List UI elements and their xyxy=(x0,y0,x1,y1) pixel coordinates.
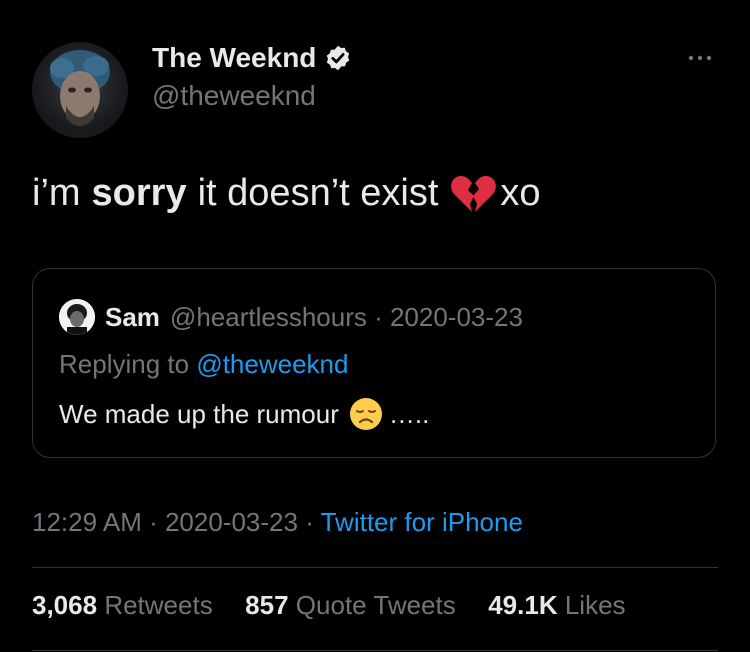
quoted-tweet-header: Sam @heartlesshours · 2020-03-23 xyxy=(59,299,523,335)
quote-tweets-count: 857 xyxy=(245,590,289,620)
quote-tweets-label: Quote Tweets xyxy=(295,590,456,620)
author-display-name[interactable]: The Weeknd xyxy=(152,42,352,74)
tweet-timestamp-line: 12:29 AM · 2020-03-23 · Twitter for iPho… xyxy=(32,507,523,538)
tweet-source-link[interactable]: Twitter for iPhone xyxy=(321,507,523,537)
tweet-text-after: xo xyxy=(500,172,541,214)
display-name-text: The Weeknd xyxy=(152,42,317,73)
quoted-body-suffix: ….. xyxy=(388,398,430,429)
meta-separator-1: · xyxy=(141,507,165,537)
quoted-tweet-body: We made up the rumour ….. xyxy=(59,397,429,431)
broken-heart-emoji-icon xyxy=(451,175,497,212)
more-options-button[interactable] xyxy=(682,46,718,70)
verified-badge-icon xyxy=(327,45,350,71)
author-avatar[interactable] xyxy=(32,42,128,138)
disappointed-face-emoji-icon xyxy=(349,398,382,430)
quoted-separator: · xyxy=(366,301,390,332)
quoted-body-text: We made up the rumour xyxy=(59,398,339,429)
replying-mention-link[interactable]: @theweeknd xyxy=(196,349,348,379)
quote-tweets-stat[interactable]: 857 Quote Tweets xyxy=(238,590,463,620)
likes-label: Likes xyxy=(564,590,626,620)
tweet-text-bold: sorry xyxy=(91,172,187,214)
profile-photo-icon xyxy=(50,50,110,138)
quoted-user-avatar-icon xyxy=(59,299,95,335)
more-dots-icon xyxy=(688,55,712,61)
meta-separator-2: · xyxy=(297,507,321,537)
divider-top xyxy=(32,567,718,568)
author-handle[interactable]: @theweeknd xyxy=(152,80,316,112)
quoted-tweet-date[interactable]: 2020-03-23 xyxy=(390,302,523,333)
retweets-label: Retweets xyxy=(104,590,213,620)
tweet-time[interactable]: 12:29 AM xyxy=(32,507,142,537)
quoted-tweet-card[interactable]: Sam @heartlesshours · 2020-03-23 Replyin… xyxy=(32,268,716,458)
replying-prefix: Replying to xyxy=(59,349,190,379)
quoted-user-handle[interactable]: @heartlesshours xyxy=(170,302,367,333)
quoted-user-name[interactable]: Sam xyxy=(105,302,160,333)
tweet-date[interactable]: 2020-03-23 xyxy=(165,507,298,537)
tweet-stats: 3,068 Retweets 857 Quote Tweets 49.1K Li… xyxy=(32,590,626,621)
quoted-user-avatar[interactable] xyxy=(59,299,95,335)
likes-stat[interactable]: 49.1K Likes xyxy=(481,590,626,620)
divider-bottom xyxy=(32,650,718,651)
tweet-text-before: i’m xyxy=(32,172,81,214)
tweet-text-middle: it doesn’t exist xyxy=(197,172,439,214)
retweets-count: 3,068 xyxy=(32,590,98,620)
tweet-text: i’m sorry it doesn’t exist xo xyxy=(32,172,541,215)
likes-count: 49.1K xyxy=(488,590,558,620)
retweets-stat[interactable]: 3,068 Retweets xyxy=(32,590,220,620)
replying-to-line: Replying to @theweeknd xyxy=(59,349,348,380)
